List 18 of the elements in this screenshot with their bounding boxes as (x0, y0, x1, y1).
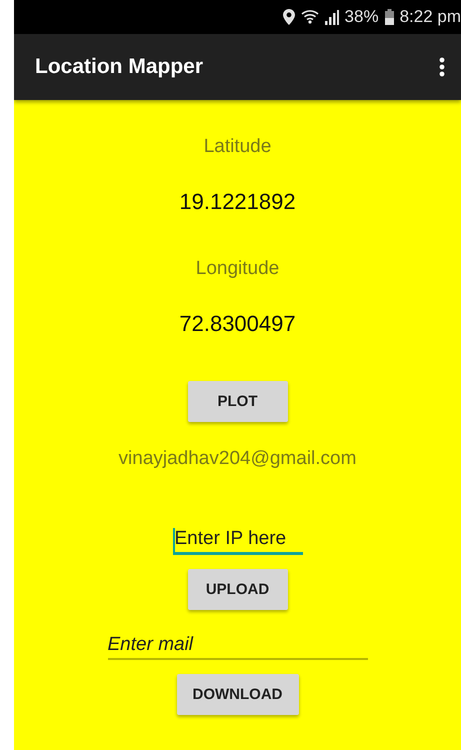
wifi-icon (300, 8, 319, 26)
battery-icon (384, 9, 394, 25)
email-text: vinayjadhav204@gmail.com (118, 448, 356, 470)
battery-percent: 38% (344, 7, 379, 27)
field-label: Latitude (204, 135, 272, 159)
action-button[interactable]: UPLOAD (188, 569, 288, 610)
text-input-field[interactable]: Enter IP here (172, 528, 302, 555)
action-button[interactable]: PLOT (188, 381, 288, 422)
action-button[interactable]: DOWNLOAD (176, 674, 298, 715)
location-pin-icon (282, 9, 295, 25)
text-input-field[interactable]: Enter mail (108, 634, 368, 660)
clock-time: 8:22 pm (400, 7, 461, 27)
field-label: Longitude (196, 257, 280, 281)
coordinate-value: 19.1221892 (179, 189, 296, 215)
more-vertical-icon (439, 57, 445, 77)
signal-icon (324, 10, 339, 24)
app-title: Location Mapper (35, 55, 204, 79)
coordinate-value: 72.8300497 (179, 311, 296, 337)
